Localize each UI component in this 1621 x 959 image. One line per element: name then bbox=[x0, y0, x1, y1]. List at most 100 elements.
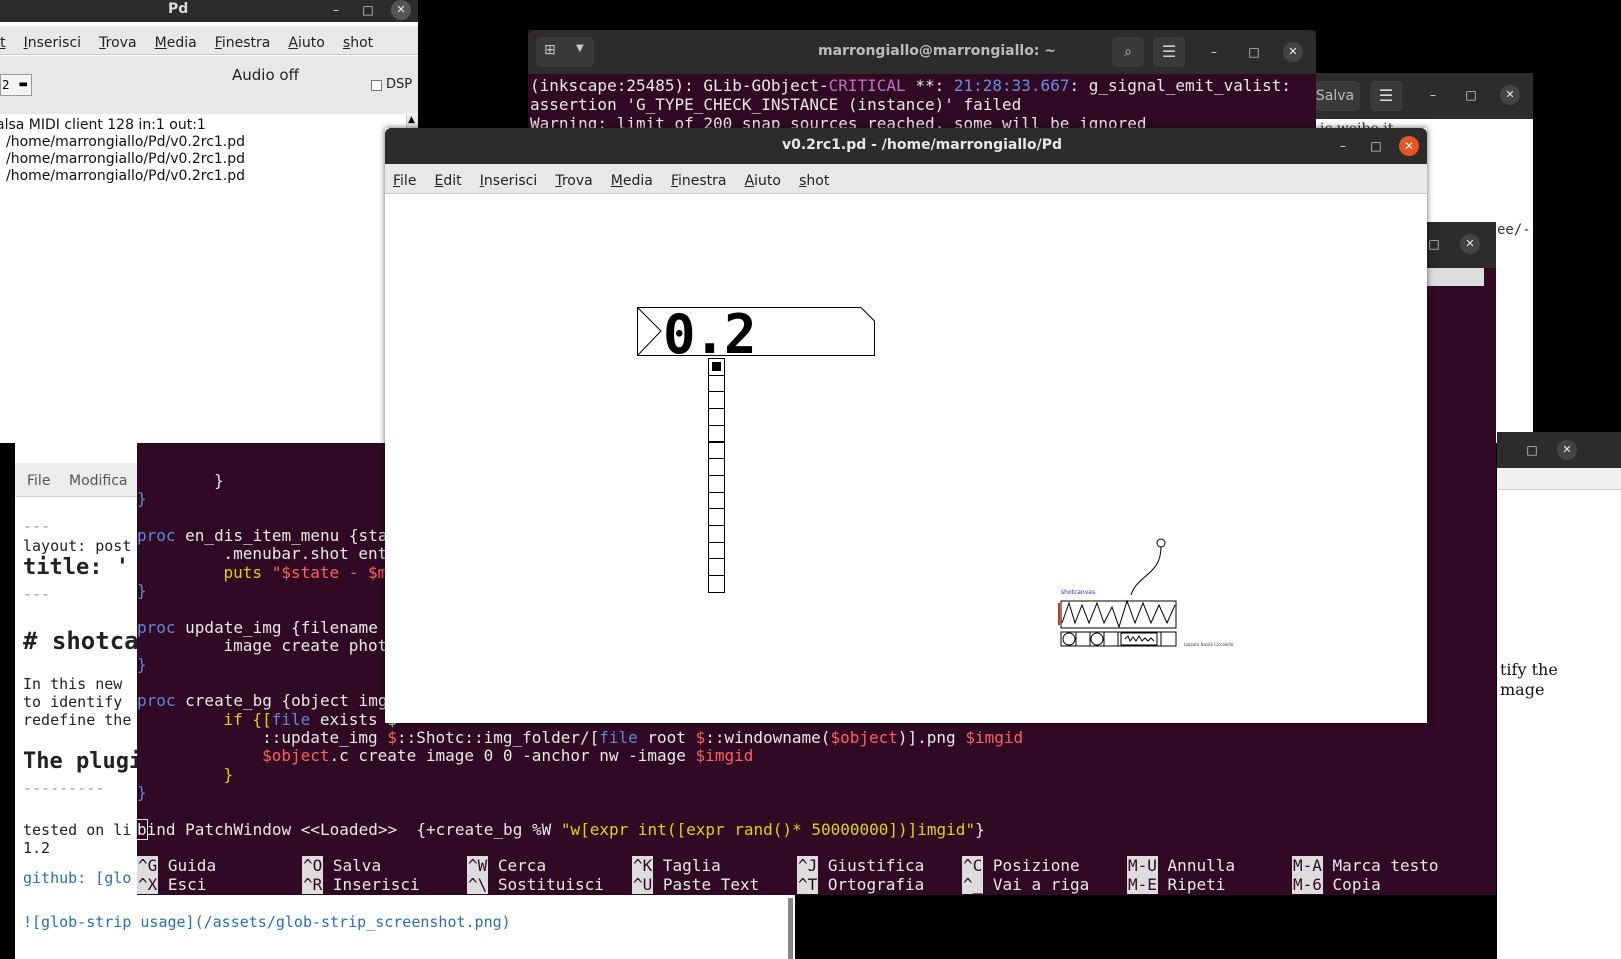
radio-cell[interactable] bbox=[708, 525, 725, 543]
menu-finestra[interactable]: Finestra bbox=[215, 35, 271, 51]
radio-cell[interactable] bbox=[708, 441, 725, 460]
code-line: if {[file exists $ bbox=[185, 710, 397, 729]
level-select[interactable]: 2 ▬ bbox=[0, 74, 32, 96]
menu-file[interactable]: File bbox=[27, 473, 50, 489]
term-text: (inkscape:25485): GLib-GObject- bbox=[530, 76, 829, 95]
shortcut-cerca[interactable]: ^W Cerca bbox=[467, 856, 546, 875]
minimize-icon[interactable]: – bbox=[1204, 42, 1224, 62]
shortcut-guida[interactable]: ^G Guida bbox=[137, 856, 216, 875]
radio-cell[interactable] bbox=[708, 508, 725, 526]
close-icon[interactable]: ✕ bbox=[1557, 440, 1577, 460]
search-icon: ⌕ bbox=[1124, 44, 1132, 60]
shortcut-inserisci[interactable]: ^R Inserisci bbox=[302, 875, 420, 894]
term-text: 21:28:33.667 bbox=[953, 76, 1070, 95]
radio-cell[interactable] bbox=[708, 491, 725, 510]
search-button[interactable]: ⌕ bbox=[1112, 37, 1144, 67]
shortcut-sostituisci[interactable]: ^\ Sostituisci bbox=[467, 875, 604, 894]
code-line: } bbox=[137, 471, 224, 490]
shortcut-taglia[interactable]: ^K Taglia bbox=[632, 856, 721, 875]
maximize-icon[interactable]: □ bbox=[1461, 85, 1481, 105]
close-icon[interactable]: ✕ bbox=[1283, 42, 1303, 62]
radio-cell[interactable] bbox=[708, 541, 725, 560]
doc-text-2: mage bbox=[1500, 680, 1545, 699]
radio-cell[interactable] bbox=[708, 458, 725, 476]
radio-cell[interactable] bbox=[708, 374, 725, 393]
radio-cell[interactable] bbox=[708, 575, 725, 593]
hamburger-menu-icon[interactable]: ☰ bbox=[1370, 81, 1402, 111]
menu-media[interactable]: Media bbox=[611, 173, 653, 189]
md-line: github: [glo bbox=[23, 869, 132, 887]
number-box[interactable]: 0.2 bbox=[637, 303, 875, 366]
radio-selected-dot bbox=[712, 362, 721, 371]
number-value: 0.2 bbox=[663, 303, 757, 366]
radio-cell[interactable] bbox=[708, 424, 725, 443]
dsp-label: DSP bbox=[386, 77, 413, 92]
thumb-credit: Lazzaro Nicolò Ciccolella bbox=[1184, 642, 1234, 647]
menu-aiuto[interactable]: Aiuto bbox=[745, 173, 781, 189]
code-line: puts "$state - $ms bbox=[185, 563, 397, 582]
shortcut-ripeti[interactable]: M-E Ripeti bbox=[1127, 875, 1225, 894]
menu-aiuto[interactable]: Aiuto bbox=[288, 35, 324, 51]
shotcanvas-thumbnail: shotcanvas Lazzaro Nicolò Ciccolella bbox=[1057, 535, 1234, 650]
maximize-icon[interactable]: □ bbox=[1244, 42, 1264, 62]
terminal-output[interactable]: (inkscape:25485): GLib-GObject-CRITICAL … bbox=[530, 76, 1316, 133]
menu-media[interactable]: Media bbox=[155, 35, 197, 51]
menu-partial[interactable]: t bbox=[0, 35, 6, 51]
gedit-save-button[interactable]: Salva bbox=[1310, 81, 1360, 111]
radio-cell[interactable] bbox=[708, 391, 725, 410]
md-line: redefine the bbox=[23, 711, 132, 729]
shortcut-paste[interactable]: ^U Paste Text bbox=[632, 875, 759, 894]
log-line: /home/marrongiallo/Pd/v0.2rc1.pd bbox=[6, 134, 246, 150]
shortcut-copia[interactable]: M-6 Copia bbox=[1292, 875, 1381, 894]
menu-inserisci[interactable]: Inserisci bbox=[480, 173, 537, 189]
minimize-icon[interactable]: – bbox=[1333, 136, 1353, 156]
md-line: title: ' bbox=[23, 555, 129, 580]
log-line: alsa MIDI client 128 in:1 out:1 bbox=[0, 117, 206, 133]
menu-button[interactable]: ☰ bbox=[1153, 37, 1185, 67]
menu-shot[interactable]: shot bbox=[343, 35, 373, 51]
close-icon[interactable]: ✕ bbox=[1399, 136, 1419, 156]
minimize-icon[interactable]: – bbox=[326, 0, 346, 20]
radio-cell[interactable] bbox=[708, 558, 725, 577]
maximize-icon[interactable]: □ bbox=[1424, 234, 1444, 254]
shortcut-marca-testo[interactable]: M-A Marca testo bbox=[1292, 856, 1439, 875]
menu-modifica[interactable]: Modifica bbox=[69, 473, 128, 489]
close-icon[interactable]: ✕ bbox=[1460, 234, 1480, 254]
maximize-icon[interactable]: □ bbox=[1366, 136, 1386, 156]
pd-main-menubar: t Inserisci Trova Media Finestra Aiuto s… bbox=[0, 26, 418, 55]
patch-canvas[interactable]: 0.2 shotcanvas Lazzaro Nicolò Ciccolella bbox=[385, 195, 1427, 723]
close-icon[interactable]: ✕ bbox=[391, 0, 411, 20]
nano-shortcut-bar: ^G Guida ^X Esci ^O Salva ^R Inserisci ^… bbox=[137, 855, 1496, 895]
shortcut-vai-a-riga[interactable]: ^_ Vai a riga bbox=[962, 875, 1089, 894]
shortcut-salva[interactable]: ^O Salva bbox=[302, 856, 381, 875]
radio-cell[interactable] bbox=[708, 474, 725, 493]
scrollbar[interactable] bbox=[788, 898, 793, 959]
menu-finestra[interactable]: Finestra bbox=[671, 173, 727, 189]
menu-inserisci[interactable]: Inserisci bbox=[24, 35, 81, 51]
menu-file[interactable]: File bbox=[393, 173, 416, 189]
maximize-icon[interactable]: □ bbox=[1522, 440, 1542, 460]
new-tab-button[interactable]: ⊞ ▼ bbox=[536, 37, 594, 67]
shortcut-ortografia[interactable]: ^T Ortografia bbox=[797, 875, 924, 894]
maximize-icon[interactable]: □ bbox=[358, 0, 378, 20]
terminal-titlebar: ⊞ ▼ marrongiallo@marrongiallo: ~ ⌕ ☰ – □… bbox=[528, 30, 1316, 74]
log-line: /home/marrongiallo/Pd/v0.2rc1.pd bbox=[6, 168, 246, 184]
shortcut-esci[interactable]: ^X Esci bbox=[137, 875, 206, 894]
terminal-title: marrongiallo@marrongiallo: ~ bbox=[818, 43, 1057, 59]
menu-shot[interactable]: shot bbox=[799, 173, 829, 189]
scroll-up-icon[interactable]: ▲ bbox=[408, 115, 415, 125]
shortcut-annulla[interactable]: M-U Annulla bbox=[1127, 856, 1235, 875]
code-line: $object.c create image 0 0 -anchor nw -i… bbox=[262, 746, 754, 765]
menu-trova[interactable]: Trova bbox=[555, 173, 592, 189]
close-icon[interactable]: ✕ bbox=[1500, 85, 1520, 105]
radio-cell[interactable] bbox=[708, 408, 725, 426]
shortcut-posizione[interactable]: ^C Posizione bbox=[962, 856, 1080, 875]
shortcut-giustifica[interactable]: ^J Giustifica bbox=[797, 856, 924, 875]
md-line: tested on li bbox=[23, 821, 132, 839]
code-line: proc en_dis_item_menu {sta bbox=[137, 526, 388, 545]
dsp-checkbox[interactable] bbox=[371, 80, 382, 91]
vertical-radio[interactable] bbox=[708, 358, 725, 593]
menu-trova[interactable]: Trova bbox=[99, 35, 136, 51]
menu-edit[interactable]: Edit bbox=[435, 173, 462, 189]
minimize-icon[interactable]: – bbox=[1423, 85, 1443, 105]
